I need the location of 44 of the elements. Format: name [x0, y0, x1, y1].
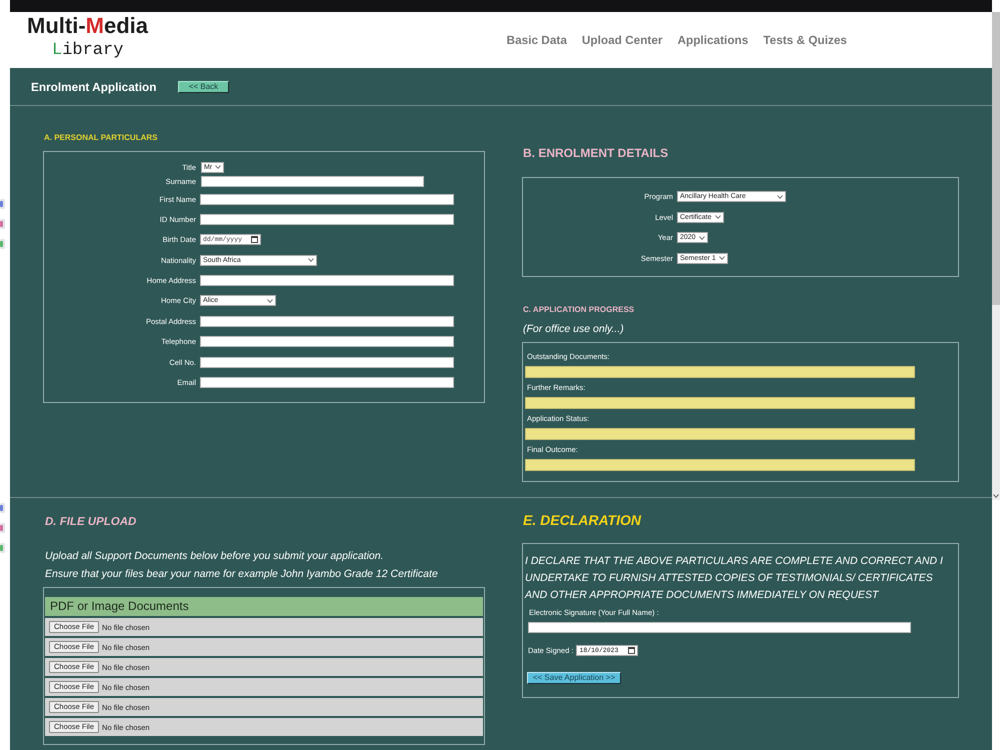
nav-link[interactable]: Upload Center [582, 33, 662, 47]
back-button[interactable]: << Back [178, 80, 229, 92]
chevron-down-icon [308, 258, 314, 262]
section-heading: E. DECLARATION [522, 511, 641, 529]
text-field[interactable] [525, 459, 915, 471]
chevron-down-icon [267, 298, 273, 303]
calendar-icon[interactable] [628, 647, 636, 654]
text-field[interactable] [201, 176, 424, 186]
text-field[interactable] [528, 622, 911, 633]
chevron-down-icon [698, 236, 705, 240]
text-field[interactable] [200, 214, 454, 225]
chevron-down-icon[interactable] [993, 494, 999, 498]
section-heading: C. APPLICATION PROGRESS [522, 305, 634, 315]
nav-link[interactable]: Basic Data [506, 33, 567, 47]
page-title: Enrolment Application [31, 80, 156, 94]
logo-title: Multi-Media [27, 14, 148, 38]
calendar-icon[interactable] [251, 236, 258, 244]
chevron-down-icon [215, 165, 222, 169]
chevron-down-icon [718, 256, 725, 260]
logo-subtitle: Library [52, 40, 124, 62]
text-field[interactable] [525, 428, 915, 440]
text-field[interactable] [525, 366, 915, 378]
save-button[interactable]: << Save Application >> [527, 672, 621, 684]
nav-link[interactable]: Tests & Quizes [763, 33, 847, 47]
chevron-down-icon [777, 194, 783, 199]
text-field[interactable] [525, 397, 915, 409]
text-field[interactable] [200, 316, 454, 327]
chevron-down-icon [714, 215, 721, 220]
instruction-text: Upload all Support Documents below before you submit your application. [45, 549, 385, 564]
scrollbar[interactable] [992, 12, 1000, 500]
text-field[interactable] [200, 194, 454, 204]
scrollbar-thumb[interactable] [992, 12, 1000, 305]
table-header: PDF or Image Documents [45, 597, 483, 616]
instruction-text: Ensure that your files bear your name for example John Iyambo Grade 12 Certificate [45, 567, 438, 582]
section-heading: D. FILE UPLOAD [44, 515, 136, 529]
note-text: (For office use only...) [522, 322, 624, 336]
text-field[interactable] [200, 377, 454, 388]
text-field[interactable] [200, 275, 454, 286]
nav-link[interactable]: Applications [678, 33, 748, 47]
section-heading: A. PERSONAL PARTICULARS [43, 133, 158, 143]
text-field[interactable] [200, 336, 454, 348]
section-heading: B. ENROLMENT DETAILS [522, 146, 668, 160]
text-field[interactable] [200, 356, 454, 368]
declaration-text: I DECLARE THAT THE ABOVE PARTICULARS ARE COMPLETE AND CORRECT AND I UNDERTAKE TO FURNISH ATTESTED COPIES OF TESTIMONIALS/ CERTIFICATES AND OTHER APPROPRIATE DOCUMENTS IMMEDIATELY ON REQUEST [525, 554, 944, 603]
